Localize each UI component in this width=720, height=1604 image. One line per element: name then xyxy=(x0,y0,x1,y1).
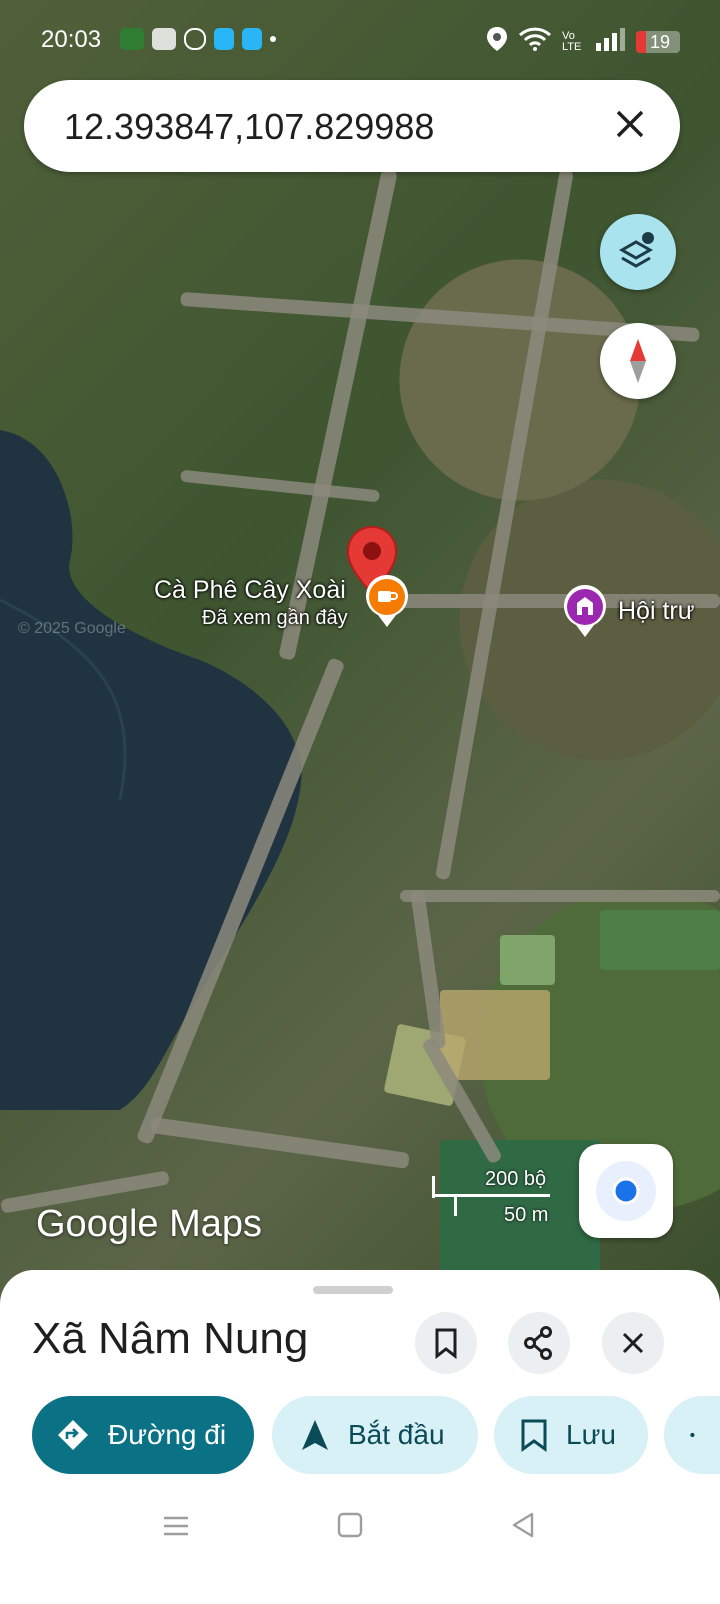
youtube-icon xyxy=(152,28,176,50)
poi-cafe-subtitle: Đã xem gần đây xyxy=(202,607,348,629)
status-right: Vo LTE 19 xyxy=(486,26,680,57)
layers-button[interactable] xyxy=(600,214,676,290)
share-icon-button[interactable] xyxy=(508,1312,570,1374)
scale-imperial: 200 bộ xyxy=(485,1168,547,1190)
field xyxy=(500,935,555,985)
status-bar: 20:03 Vo LTE 19 xyxy=(0,0,720,80)
save-icon-button[interactable] xyxy=(415,1312,477,1374)
battery-icon: 19 xyxy=(636,30,680,53)
poi-landmark-name[interactable]: Hội trư xyxy=(618,597,694,626)
poi-cafe[interactable] xyxy=(364,575,410,634)
signal-icon xyxy=(596,27,626,56)
status-time: 20:03 xyxy=(41,26,102,53)
place-title: Xã Nâm Nung xyxy=(32,1314,309,1363)
lake xyxy=(0,430,302,1110)
scale-metric: 50 m xyxy=(504,1204,549,1226)
road xyxy=(400,890,720,902)
directions-icon xyxy=(58,1420,88,1450)
wifi-icon xyxy=(518,27,552,56)
start-button[interactable]: Bắt đầu xyxy=(272,1396,478,1474)
app-notification-icon xyxy=(120,28,144,50)
field xyxy=(600,910,720,970)
map-scale: 200 bộ 50 m xyxy=(430,1168,570,1226)
map-copyright: © 2025 Google xyxy=(18,620,126,637)
poi-cafe-name[interactable]: Cà Phê Cây Xoài xyxy=(154,576,346,605)
system-nav-bar xyxy=(0,1490,720,1604)
directions-button[interactable]: Đường đi xyxy=(32,1396,254,1474)
close-icon xyxy=(622,1332,644,1354)
my-location-button[interactable] xyxy=(579,1144,673,1238)
share-icon xyxy=(524,1326,552,1360)
search-bar[interactable]: 12.393847,107.829988 xyxy=(24,80,680,172)
start-label: Bắt đầu xyxy=(348,1419,445,1450)
messenger-icon xyxy=(242,28,262,50)
field xyxy=(440,990,550,1080)
layers-icon xyxy=(618,232,654,268)
network-label: Vo LTE xyxy=(562,29,582,53)
satellite-map[interactable]: © 2025 Google Cà Phê Cây Xoài Đã xem gần… xyxy=(0,0,720,1300)
share-button[interactable] xyxy=(664,1396,720,1474)
save-button[interactable]: Lưu xyxy=(494,1396,648,1474)
navigation-arrow-icon xyxy=(302,1420,328,1450)
messenger-icon xyxy=(214,28,234,50)
compass-icon xyxy=(630,339,646,383)
share-icon xyxy=(690,1432,695,1438)
directions-label: Đường đi xyxy=(108,1419,227,1450)
dot-icon xyxy=(270,36,276,42)
save-label: Lưu xyxy=(566,1419,616,1450)
battery-level: 19 xyxy=(650,31,671,52)
close-icon[interactable] xyxy=(608,102,652,146)
bookmark-icon xyxy=(435,1328,457,1360)
sheet-drag-handle[interactable] xyxy=(313,1286,393,1294)
home-icon[interactable] xyxy=(337,1512,363,1538)
bookmark-icon xyxy=(521,1419,547,1452)
location-icon xyxy=(486,26,508,57)
search-query[interactable]: 12.393847,107.829988 xyxy=(64,106,434,148)
close-sheet-button[interactable] xyxy=(602,1312,664,1374)
poi-landmark[interactable] xyxy=(562,585,608,644)
tiktok-icon xyxy=(184,28,206,50)
notification-icons xyxy=(120,28,276,50)
building-icon xyxy=(564,585,606,637)
menu-icon[interactable] xyxy=(162,1512,190,1540)
back-icon[interactable] xyxy=(510,1512,536,1538)
my-location-icon xyxy=(596,1161,656,1221)
coffee-cup-icon xyxy=(366,575,408,627)
compass-button[interactable] xyxy=(600,323,676,399)
google-maps-logo: Google Maps xyxy=(36,1203,263,1245)
